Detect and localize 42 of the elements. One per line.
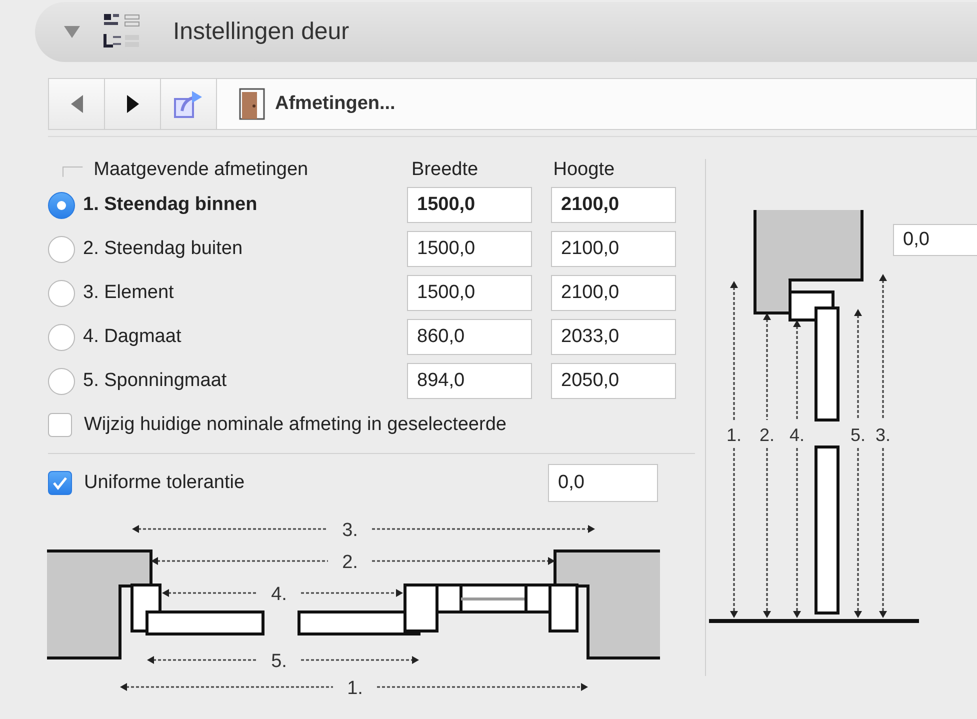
dimension-label: 3. xyxy=(876,425,890,445)
dimension-label: 5. xyxy=(850,425,866,445)
dimension-label: 5. xyxy=(271,651,287,672)
option-label: 1. Steendag binnen xyxy=(83,194,258,216)
checkbox-label: Wijzig huidige nominale afmeting in geselecteerde xyxy=(84,414,506,436)
radio-button[interactable] xyxy=(48,236,75,262)
option-label: 4. Dagmaat xyxy=(83,326,182,348)
width-field[interactable]: 860,0 xyxy=(407,319,532,355)
width-field[interactable]: 1500,0 xyxy=(407,187,532,223)
option-label: 3. Element xyxy=(83,282,175,304)
checkbox[interactable] xyxy=(48,471,72,495)
height-field[interactable]: 2050,0 xyxy=(551,363,676,399)
width-field[interactable]: 894,0 xyxy=(407,363,532,399)
dimension-label: 2. xyxy=(342,552,358,573)
disclosure-icon[interactable] xyxy=(63,25,81,39)
radio-button[interactable] xyxy=(48,192,75,218)
width-field[interactable]: 1500,0 xyxy=(407,275,532,311)
checkbox[interactable] xyxy=(48,413,72,437)
dimension-label: 3. xyxy=(342,520,358,541)
height-field[interactable]: 2100,0 xyxy=(551,187,676,223)
radio-button[interactable] xyxy=(48,324,75,350)
offset-field[interactable]: 0,0 xyxy=(893,224,977,256)
height-field[interactable]: 2033,0 xyxy=(551,319,676,355)
dimension-label: 1. xyxy=(347,678,363,694)
panel-title: Instellingen deur xyxy=(173,18,350,46)
radio-button[interactable] xyxy=(48,280,75,306)
column-heading: Hoogte xyxy=(553,159,616,181)
column-heading: Breedte xyxy=(412,159,480,181)
width-field[interactable]: 1500,0 xyxy=(407,231,532,267)
tolerance-field[interactable]: 0,0 xyxy=(548,464,658,502)
section-heading: Maatgevende afmetingen xyxy=(94,159,310,181)
radio-button[interactable] xyxy=(48,368,75,394)
checkmark-icon xyxy=(52,476,68,490)
dimension-label: 4. xyxy=(790,425,804,445)
option-label: 5. Sponningmaat xyxy=(83,370,228,392)
option-label: 2. Steendag buiten xyxy=(83,238,244,260)
checkbox-label: Uniforme tolerantie xyxy=(84,472,245,494)
height-field[interactable]: 2100,0 xyxy=(551,231,676,267)
height-field[interactable]: 2100,0 xyxy=(551,275,676,311)
dimension-label: 4. xyxy=(271,584,287,605)
dimension-label: 2. xyxy=(760,425,774,445)
dimension-label: 1. xyxy=(726,425,742,445)
